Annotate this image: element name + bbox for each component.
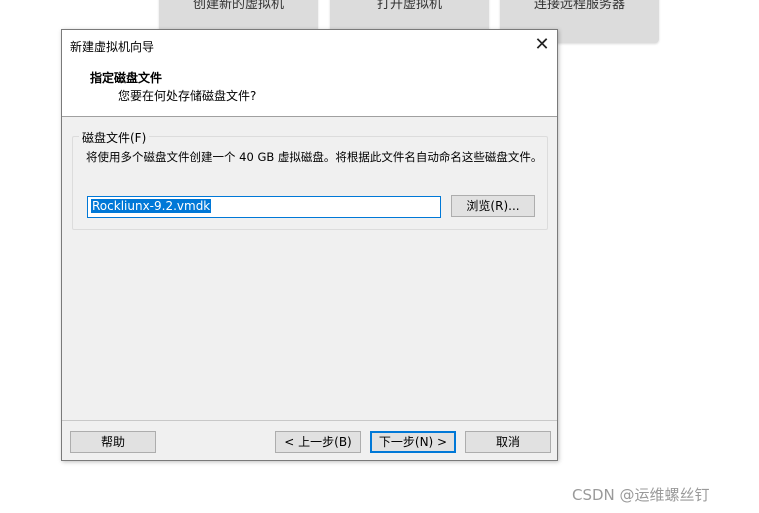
- footer-divider: [62, 420, 557, 421]
- browse-button[interactable]: 浏览(R)...: [451, 195, 535, 217]
- dialog-title: 新建虚拟机向导: [70, 40, 155, 54]
- create-vm-tile-label: 创建新的虚拟机: [192, 0, 284, 12]
- back-button[interactable]: < 上一步(B): [275, 431, 361, 453]
- disk-file-input[interactable]: Rockliunx-9.2.vmdk: [87, 196, 441, 218]
- watermark: CSDN @运维螺丝钉: [572, 486, 710, 504]
- step-title: 指定磁盘文件: [90, 71, 163, 85]
- help-button[interactable]: 帮助: [70, 431, 156, 453]
- disk-file-description: 将使用多个磁盘文件创建一个 40 GB 虚拟磁盘。将根据此文件名自动命名这些磁盘…: [86, 150, 543, 164]
- open-vm-tile-label: 打开虚拟机: [376, 0, 442, 12]
- wizard-header: 指定磁盘文件 您要在何处存储磁盘文件?: [62, 60, 557, 117]
- cancel-button[interactable]: 取消: [465, 431, 551, 453]
- step-subtitle: 您要在何处存储磁盘文件?: [118, 89, 257, 103]
- disk-file-group-label: 磁盘文件(F): [79, 129, 150, 146]
- connect-remote-tile-label: 连接远程服务器: [533, 0, 625, 12]
- next-button[interactable]: 下一步(N) >: [370, 431, 456, 453]
- new-vm-wizard-dialog: 新建虚拟机向导 ✕ 指定磁盘文件 您要在何处存储磁盘文件? 磁盘文件(F) 将使…: [61, 29, 558, 461]
- dialog-titlebar[interactable]: 新建虚拟机向导 ✕: [62, 30, 557, 60]
- disk-file-value: Rockliunx-9.2.vmdk: [91, 199, 212, 213]
- close-icon[interactable]: ✕: [527, 30, 557, 60]
- disk-file-group: 磁盘文件(F) 将使用多个磁盘文件创建一个 40 GB 虚拟磁盘。将根据此文件名…: [72, 129, 548, 230]
